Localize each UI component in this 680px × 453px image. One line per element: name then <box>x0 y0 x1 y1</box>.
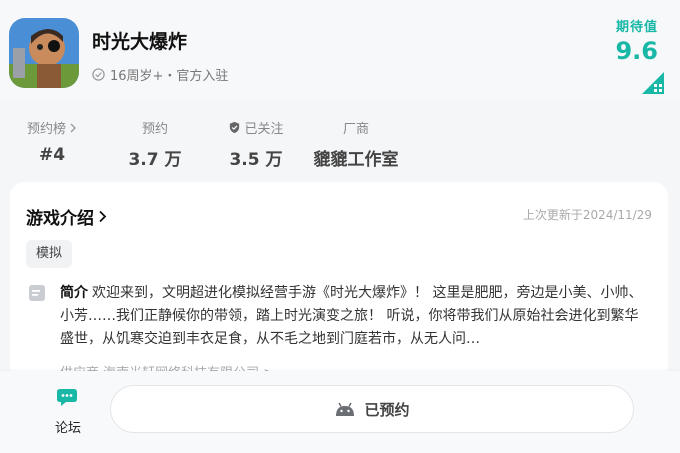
description-label: 简介 <box>60 285 88 301</box>
game-intro-card: 游戏介绍 上次更新于2024/11/29 模拟 简介 欢迎来到，文明超进化模拟经营… <box>10 182 668 382</box>
stat-developer[interactable]: 厂商 貔貔工作室 <box>310 118 402 170</box>
genre-tag[interactable]: 模拟 <box>26 240 73 268</box>
document-icon <box>29 285 45 301</box>
app-header: 时光大爆炸 16周岁+・官方入驻 期待值 9.6 <box>0 0 680 100</box>
intro-title-link[interactable]: 游戏介绍 <box>26 204 107 229</box>
app-icon[interactable] <box>9 18 79 88</box>
description-text: 欢迎来到，文明超进化模拟经营手游《时光大爆炸》！ 这里是肥肥，旁边是小美、小帅、… <box>60 285 643 347</box>
stat-value: 貔貔工作室 <box>313 150 399 170</box>
bottom-action-bar: 论坛 已预约 <box>0 371 680 453</box>
app-title: 时光大爆炸 <box>92 31 188 53</box>
reserved-button[interactable]: 已预约 <box>110 385 634 433</box>
stat-label: 预约 <box>141 122 168 137</box>
qr-code-icon[interactable] <box>642 72 664 94</box>
forum-button[interactable]: 论坛 <box>48 387 88 436</box>
app-meta-text: 16周岁+・官方入驻 <box>110 69 229 84</box>
stat-follow[interactable]: 已关注 3.5 万 <box>222 118 290 170</box>
intro-title: 游戏介绍 <box>26 209 94 229</box>
chevron-right-icon <box>99 210 107 223</box>
chevron-right-icon <box>70 123 76 132</box>
stat-label: 厂商 <box>342 122 369 137</box>
android-icon <box>336 402 355 416</box>
stat-label: 已关注 <box>244 122 284 137</box>
verified-check-icon <box>92 68 105 81</box>
expectation-rating: 期待值 9.6 <box>615 16 658 65</box>
stat-label: 预约榜 <box>26 122 66 137</box>
stat-reserve-rank[interactable]: 预约榜 #4 <box>24 118 80 165</box>
expectation-label: 期待值 <box>615 20 658 35</box>
stat-reservations: 预约 3.7 万 <box>120 118 190 170</box>
app-meta: 16周岁+・官方入驻 <box>92 65 228 84</box>
expectation-score: 9.6 <box>615 37 658 65</box>
stat-value: #4 <box>38 145 66 165</box>
stat-value: 3.7 万 <box>128 150 182 170</box>
followed-shield-icon <box>230 121 240 134</box>
last-updated: 上次更新于2024/11/29 <box>522 208 652 222</box>
game-description[interactable]: 简介 欢迎来到，文明超进化模拟经营手游《时光大爆炸》！ 这里是肥肥，旁边是小美、小… <box>60 282 645 352</box>
stat-value: 3.5 万 <box>229 150 283 170</box>
forum-label: 论坛 <box>54 421 81 436</box>
stats-bar: 预约榜 #4 预约 3.7 万 已关注 3.5 万 厂商 貔貔工作室 <box>0 110 680 170</box>
forum-chat-icon <box>57 389 77 406</box>
reserved-label: 已预约 <box>364 400 410 419</box>
